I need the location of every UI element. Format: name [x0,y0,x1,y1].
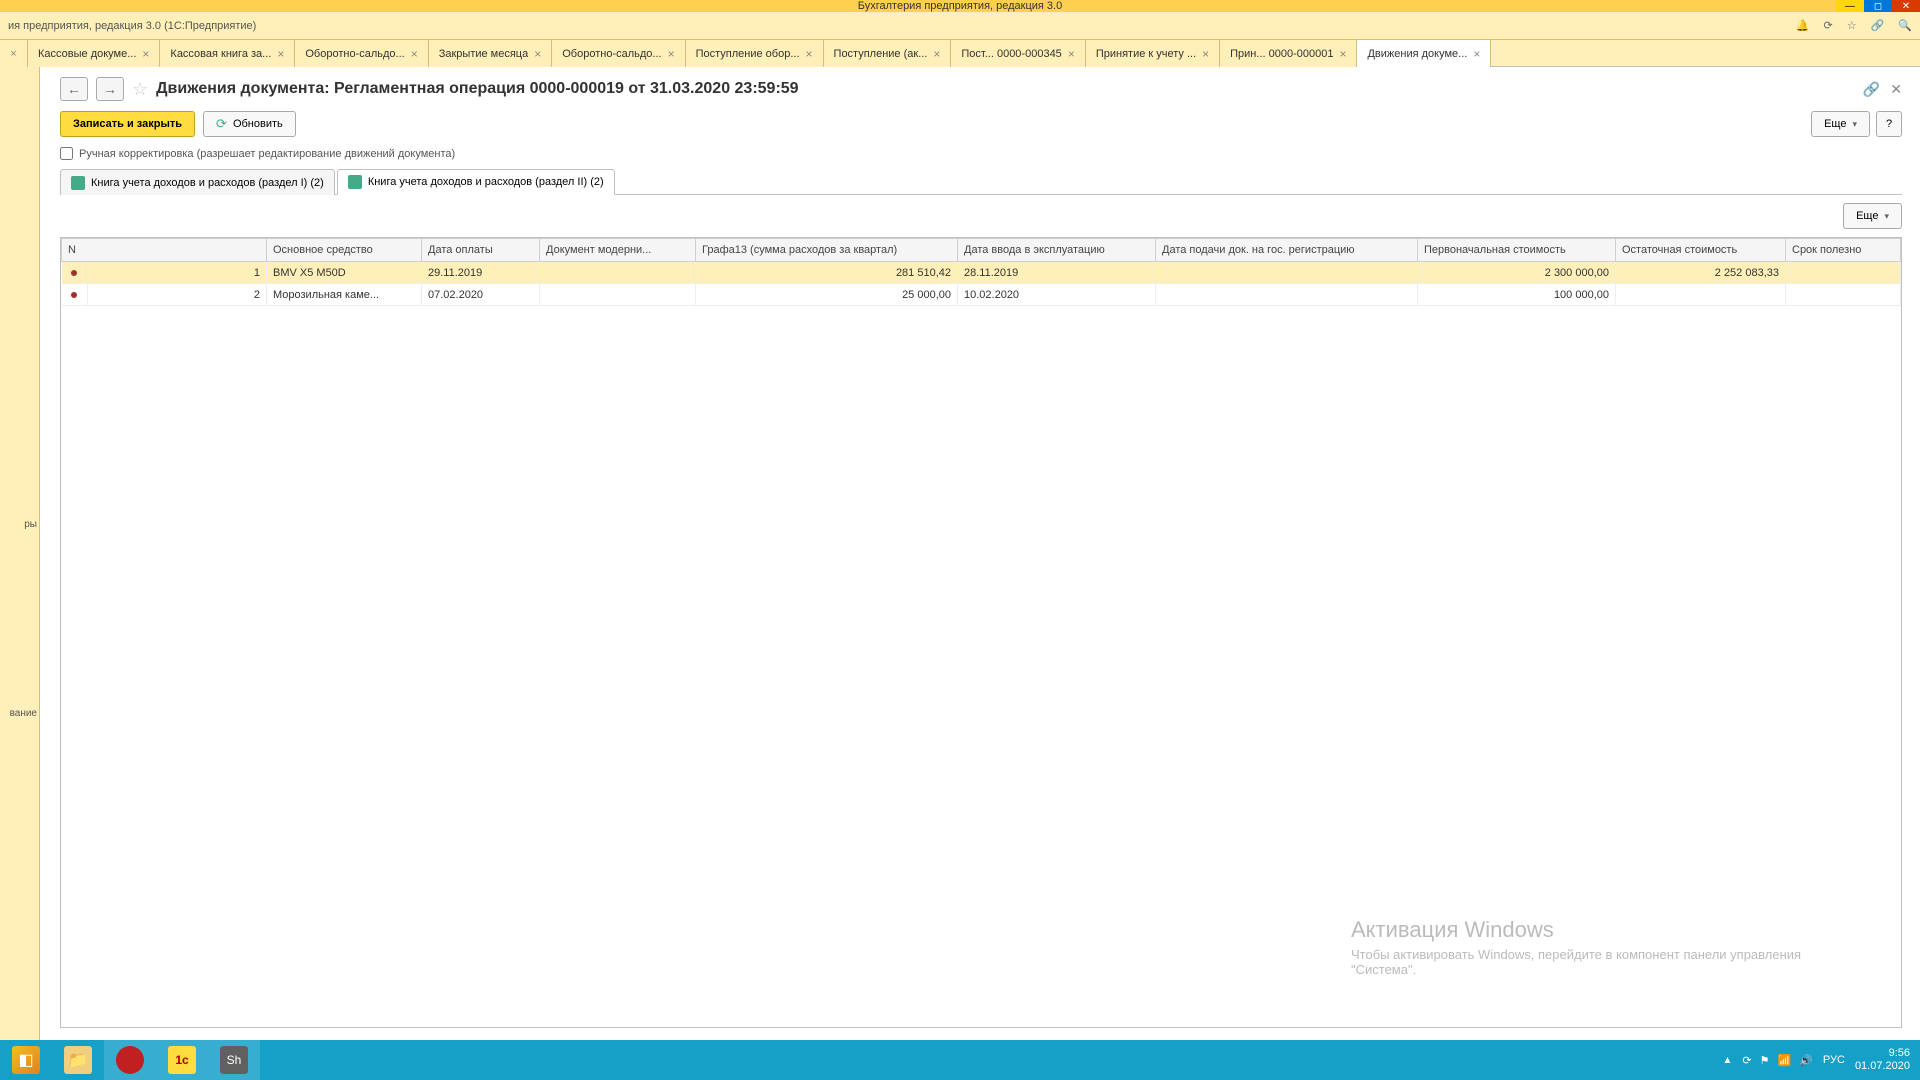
tab-receipt-equip[interactable]: Поступление обор...× [686,40,824,67]
tab-month-close[interactable]: Закрытие месяца× [429,40,553,67]
sidebar-item-1[interactable]: ры [0,515,39,534]
close-icon[interactable]: × [1473,47,1480,61]
col-header-docmod[interactable]: Документ модерни... [540,239,696,262]
col-header-remcost[interactable]: Остаточная стоимость [1616,239,1786,262]
inner-tab-section2[interactable]: Книга учета доходов и расходов (раздел I… [337,169,615,195]
col-header-paydate[interactable]: Дата оплаты [422,239,540,262]
close-icon[interactable]: × [1068,47,1075,61]
app-toolbar: ия предприятия, редакция 3.0 (1С:Предпри… [0,12,1920,40]
sh-button[interactable]: Sh [208,1040,260,1080]
tab-cash-docs[interactable]: Кассовые докуме...× [28,40,160,67]
col-header-n[interactable]: N [62,239,267,262]
close-icon[interactable]: × [933,47,940,61]
col-header-initcost[interactable]: Первоначальная стоимость [1418,239,1616,262]
favorite-star-icon[interactable]: ☆ [132,79,148,100]
tab-post-345[interactable]: Пост... 0000-000345× [951,40,1085,67]
bell-icon[interactable]: 🔔 [1796,19,1810,32]
row-marker-icon [71,292,77,298]
tray-flag-icon[interactable]: ⚑ [1760,1054,1770,1067]
book-icon [71,176,85,190]
table-row[interactable]: 1 BMV X5 M50D 29.11.2019 281 510,42 28.1… [62,262,1901,284]
inner-tab-section1[interactable]: Книга учета доходов и расходов (раздел I… [60,169,335,195]
app-subtitle: ия предприятия, редакция 3.0 (1С:Предпри… [8,20,256,32]
col-header-reg[interactable]: Дата подачи док. на гос. регистрацию [1156,239,1418,262]
data-grid[interactable]: N Основное средство Дата оплаты Документ… [60,237,1902,1028]
help-button[interactable]: ? [1876,111,1902,137]
col-header-term[interactable]: Срок полезно [1786,239,1901,262]
opera-icon [116,1046,144,1074]
refresh-button[interactable]: ⟳Обновить [203,111,296,137]
tab-close-first[interactable]: × [0,40,28,67]
write-close-button[interactable]: Записать и закрыть [60,111,195,137]
windows-activation-watermark: Активация Windows Чтобы активировать Win… [1351,917,1851,977]
document-title: Движения документа: Регламентная операци… [156,80,798,98]
folder-icon: 📁 [64,1046,92,1074]
col-header-asset[interactable]: Основное средство [267,239,422,262]
star-icon[interactable]: ☆ [1847,19,1857,32]
tray-expand-icon[interactable]: ▲ [1723,1055,1733,1066]
tray-volume-icon[interactable]: 🔊 [1799,1054,1813,1067]
more-button[interactable]: Еще [1811,111,1870,137]
book-icon [348,175,362,189]
close-icon[interactable]: × [277,47,284,61]
manual-edit-checkbox[interactable] [60,147,73,160]
col-header-commiss[interactable]: Дата ввода в эксплуатацию [958,239,1156,262]
tray-language[interactable]: РУС [1823,1054,1845,1066]
tray-network-icon[interactable]: 📶 [1778,1054,1792,1067]
tab-balance1[interactable]: Оборотно-сальдо...× [295,40,428,67]
close-icon[interactable]: × [806,47,813,61]
document-tabs: × Кассовые докуме...× Кассовая книга за.… [0,40,1920,67]
window-title: Бухгалтерия предприятия, редакция 3.0 [858,0,1062,12]
tab-cash-book[interactable]: Кассовая книга за...× [160,40,295,67]
sidebar-item-2[interactable]: вание [0,704,39,723]
tray-sync-icon[interactable]: ⟳ [1742,1054,1751,1067]
left-sidebar: ры вание [0,67,40,1040]
link-icon[interactable]: 🔗 [1871,19,1885,32]
tray-clock[interactable]: 9:56 01.07.2020 [1855,1047,1910,1073]
tab-receipt-act[interactable]: Поступление (ак...× [824,40,952,67]
close-icon[interactable]: × [668,47,675,61]
sh-icon: Sh [220,1046,248,1074]
tab-movements[interactable]: Движения докуме...× [1357,40,1491,67]
1c-button[interactable]: 1c [156,1040,208,1080]
nav-back-button[interactable]: ← [60,77,88,101]
close-icon[interactable]: × [534,47,541,61]
link-icon[interactable]: 🔗 [1863,81,1880,98]
windows-taskbar[interactable]: ◧ 📁 1c Sh ▲ ⟳ ⚑ 📶 🔊 РУС 9:56 01.07.2020 [0,1040,1920,1080]
opera-button[interactable] [104,1040,156,1080]
table-row[interactable]: 2 Морозильная каме... 07.02.2020 25 000,… [62,284,1901,306]
window-close-button[interactable]: ✕ [1892,0,1920,12]
grid-more-button[interactable]: Еще [1843,203,1902,229]
close-icon[interactable]: × [1202,47,1209,61]
close-icon[interactable]: × [411,47,418,61]
tab-accept[interactable]: Принятие к учету ...× [1086,40,1220,67]
minimize-button[interactable]: — [1836,0,1864,12]
clock-icon[interactable]: ⟳ [1824,19,1833,32]
manual-edit-label: Ручная корректировка (разрешает редактир… [79,148,455,160]
close-icon[interactable]: × [142,47,149,61]
explorer-button[interactable]: 📁 [52,1040,104,1080]
row-marker-icon [71,270,77,276]
close-icon[interactable]: × [1339,47,1346,61]
maximize-button[interactable]: ◻ [1864,0,1892,12]
tab-balance2[interactable]: Оборотно-сальдо...× [552,40,685,67]
start-icon: ◧ [12,1046,40,1074]
search-icon[interactable]: 🔍 [1898,19,1912,32]
refresh-icon: ⟳ [216,116,227,132]
close-panel-icon[interactable]: ✕ [1890,81,1902,98]
col-header-graph13[interactable]: Графа13 (сумма расходов за квартал) [696,239,958,262]
start-button[interactable]: ◧ [0,1040,52,1080]
window-titlebar: Бухгалтерия предприятия, редакция 3.0 — … [0,0,1920,12]
tab-prin-1[interactable]: Прин... 0000-000001× [1220,40,1357,67]
nav-forward-button[interactable]: → [96,77,124,101]
1c-icon: 1c [168,1046,196,1074]
